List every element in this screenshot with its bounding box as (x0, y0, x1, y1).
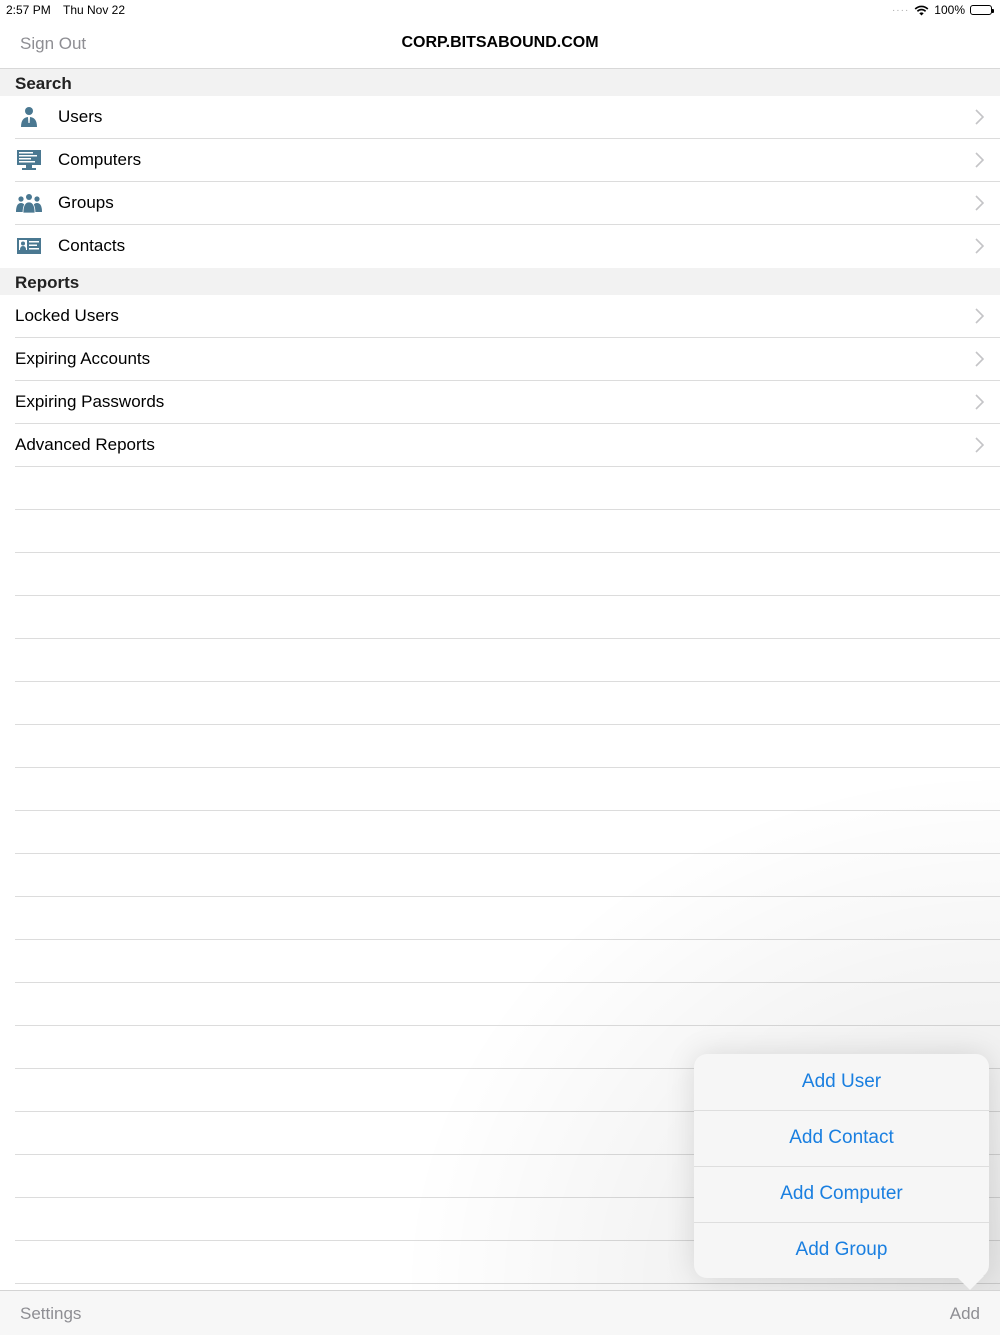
empty-row-separator (15, 681, 1000, 682)
empty-row-separator (15, 1025, 1000, 1026)
empty-row-separator (15, 810, 1000, 811)
section-header-reports: Reports (0, 268, 1000, 295)
contact-card-icon (17, 238, 41, 254)
menu-item-label: Add Computer (780, 1183, 903, 1204)
wifi-icon (914, 5, 929, 15)
bottom-toolbar: Settings Add (0, 1290, 1000, 1335)
add-group-button[interactable]: Add Group (694, 1222, 989, 1278)
empty-row-separator (15, 896, 1000, 897)
page-title: CORP.BITSABOUND.COM (401, 34, 599, 51)
report-item-expiring-accounts[interactable]: Expiring Accounts (0, 338, 1000, 381)
navigation-bar: Sign Out CORP.BITSABOUND.COM (0, 20, 1000, 69)
user-icon (21, 107, 37, 127)
row-label: Contacts (58, 236, 126, 255)
empty-row-separator (15, 638, 1000, 639)
popover-arrow (956, 1276, 984, 1290)
add-button[interactable]: Add (950, 1304, 980, 1324)
chevron-right-icon (975, 152, 984, 168)
row-label: Computers (58, 150, 142, 169)
chevron-right-icon (975, 195, 984, 211)
status-date: Thu Nov 22 (63, 3, 126, 17)
cellular-signal-icon: ···· (891, 4, 910, 16)
settings-button[interactable]: Settings (20, 1304, 81, 1324)
report-item-advanced-reports[interactable]: Advanced Reports (0, 424, 1000, 467)
chevron-right-icon (975, 109, 984, 125)
status-time: 2:57 PM (6, 3, 51, 17)
chevron-right-icon (975, 308, 984, 324)
empty-row-separator (15, 509, 1000, 510)
section-header-search: Search (0, 69, 1000, 96)
row-label: Groups (58, 193, 114, 212)
empty-row-separator (15, 982, 1000, 983)
groups-icon (16, 194, 42, 214)
row-label: Users (58, 107, 103, 126)
search-item-groups[interactable]: Groups (0, 182, 1000, 225)
status-right: ···· 100% (891, 3, 994, 17)
battery-percent: 100% (934, 3, 965, 17)
report-item-locked-users[interactable]: Locked Users (0, 295, 1000, 338)
row-label: Expiring Accounts (15, 349, 151, 368)
search-item-contacts[interactable]: Contacts (0, 225, 1000, 268)
report-item-expiring-passwords[interactable]: Expiring Passwords (0, 381, 1000, 424)
status-bar: 2:57 PM Thu Nov 22 ···· 100% (0, 0, 1000, 20)
empty-row-separator (15, 853, 1000, 854)
empty-row-separator (15, 767, 1000, 768)
search-item-computers[interactable]: Computers (0, 139, 1000, 182)
computer-icon (17, 150, 41, 170)
empty-row-separator (15, 939, 1000, 940)
row-label: Advanced Reports (15, 435, 155, 454)
empty-row-separator (15, 1283, 1000, 1284)
battery-icon (970, 5, 994, 15)
chevron-right-icon (975, 394, 984, 410)
row-label: Locked Users (15, 306, 119, 325)
empty-row-separator (15, 724, 1000, 725)
search-item-users[interactable]: Users (0, 96, 1000, 139)
add-menu-popover: Add User Add Contact Add Computer Add Gr… (694, 1054, 989, 1278)
row-label: Expiring Passwords (15, 392, 165, 411)
empty-row-separator (15, 552, 1000, 553)
add-contact-button[interactable]: Add Contact (694, 1110, 989, 1166)
menu-item-label: Add Group (795, 1239, 888, 1260)
section-title: Reports (15, 273, 80, 292)
add-computer-button[interactable]: Add Computer (694, 1166, 989, 1222)
chevron-right-icon (975, 437, 984, 453)
chevron-right-icon (975, 238, 984, 254)
chevron-right-icon (975, 351, 984, 367)
menu-item-label: Add User (801, 1071, 882, 1092)
section-title: Search (15, 74, 72, 93)
menu-item-label: Add Contact (789, 1127, 894, 1148)
add-user-button[interactable]: Add User (694, 1054, 989, 1110)
empty-row-separator (15, 595, 1000, 596)
